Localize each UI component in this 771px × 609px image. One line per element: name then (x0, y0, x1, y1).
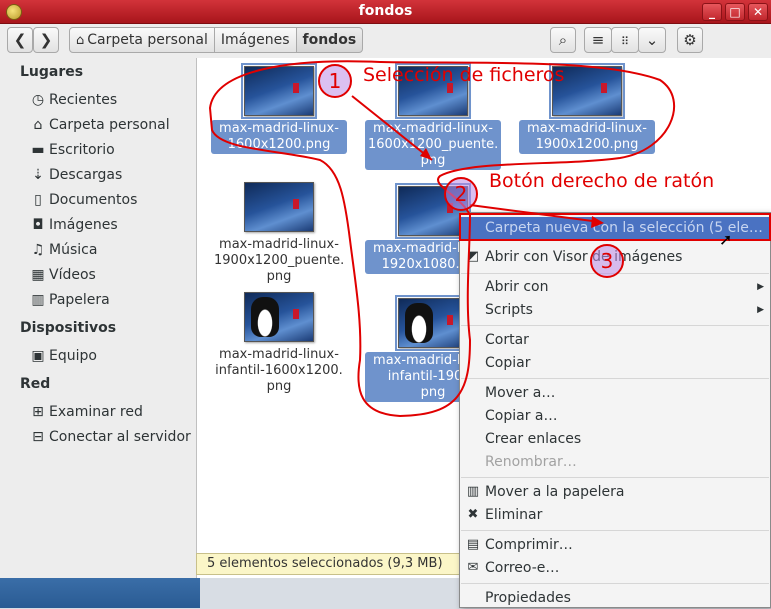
close-button[interactable]: ✕ (748, 3, 768, 21)
view-options-button[interactable]: ⌄ (638, 27, 666, 53)
film-icon: ▦ (31, 267, 45, 283)
desktop-icon: ▬ (31, 142, 45, 158)
sidebar-item-escritorio[interactable]: ▬ Escritorio (29, 139, 114, 161)
sidebar-heading-dispositivos: Dispositivos (20, 320, 117, 336)
breadcrumb-fondos[interactable]: fondos (295, 27, 364, 53)
mail-icon: ✉ (467, 560, 479, 575)
minimize-button[interactable]: _ (702, 3, 722, 21)
delete-icon: ✖ (467, 507, 479, 522)
image-viewer-icon: ◩ (466, 249, 480, 264)
menu-item-move-to[interactable]: Mover a… (460, 382, 770, 404)
toolbar: ❮ ❯ ⌂ Carpeta personal Imágenes fondos ⌕ … (0, 24, 771, 58)
forward-button[interactable]: ❯ (33, 27, 59, 53)
file-item[interactable]: max-madrid-linux- 1900x1200_puente. png (211, 182, 347, 286)
sidebar-heading-lugares: Lugares (20, 64, 84, 80)
list-icon: ≡ (591, 31, 605, 49)
menu-item-move-to-trash[interactable]: ▥ Mover a la papelera (460, 481, 770, 503)
sidebar-item-imagenes[interactable]: ◘ Imágenes (29, 214, 117, 236)
music-icon: ♫ (31, 242, 45, 258)
sidebar-item-papelera[interactable]: ▥ Papelera (29, 289, 109, 311)
sidebar-item-documentos[interactable]: ▯ Documentos (29, 189, 137, 211)
menu-item-copy[interactable]: Copiar (460, 352, 770, 374)
download-icon: ⇣ (32, 167, 44, 183)
clock-icon: ◷ (31, 92, 45, 108)
sidebar-item-examinar-red[interactable]: ⊞ Examinar red (29, 401, 143, 423)
menu-item-open-with[interactable]: Abrir con ▶ (460, 276, 770, 298)
annotation-text-1: Selección de ficheros (363, 64, 565, 86)
search-icon: ⌕ (558, 31, 568, 49)
menu-item-scripts[interactable]: Scripts ▶ (460, 299, 770, 321)
sidebar: Lugares ◷ Recientes ⌂ Carpeta personal ▬ Es… (0, 58, 195, 578)
computer-icon: ▣ (31, 348, 45, 364)
menu-item-rename: Renombrar… (485, 454, 577, 470)
file-name: max-madrid-linux- 1900x1200.png (519, 120, 655, 154)
image-thumbnail (244, 182, 314, 232)
maximize-button[interactable]: □ (725, 3, 745, 21)
breadcrumb: ⌂ Carpeta personal Imágenes fondos (69, 27, 364, 53)
image-thumbnail (244, 292, 314, 342)
image-thumbnail (395, 295, 471, 351)
title-bar: fondos _ □ ✕ (0, 0, 771, 24)
document-icon: ▯ (34, 192, 42, 208)
menu-item-create-links[interactable]: Crear enlaces (460, 428, 770, 450)
menu-item-copy-to[interactable]: Copiar a… (460, 405, 770, 427)
chevron-right-icon: ❯ (39, 31, 53, 49)
menu-item-cut[interactable]: Cortar (460, 329, 770, 351)
home-icon: ⌂ (76, 33, 85, 48)
chevron-left-icon: ❮ (13, 31, 27, 49)
back-button[interactable]: ❮ (7, 27, 33, 53)
annotation-number-3: 3 (590, 244, 624, 278)
desktop-background (0, 578, 200, 608)
archive-icon: ▤ (466, 537, 480, 552)
sidebar-item-equipo[interactable]: ▣ Equipo (29, 345, 97, 367)
settings-button[interactable]: ⚙ (677, 27, 703, 53)
annotation-number-2: 2 (444, 177, 478, 211)
menu-item-compress[interactable]: ▤ Comprimir… (460, 534, 770, 556)
annotation-number-1: 1 (318, 64, 352, 98)
sidebar-item-musica[interactable]: ♫ Música (29, 239, 98, 261)
annotation-text-2: Botón derecho de ratón (489, 170, 715, 192)
breadcrumb-imagenes[interactable]: Imágenes (213, 27, 297, 53)
window-title: fondos (358, 3, 413, 19)
sidebar-item-videos[interactable]: ▦ Vídeos (29, 264, 95, 286)
sidebar-heading-red: Red (20, 376, 51, 392)
sidebar-item-descargas[interactable]: ⇣ Descargas (29, 164, 122, 186)
home-icon: ⌂ (33, 117, 43, 133)
trash-icon: ▥ (466, 484, 480, 499)
file-name: max-madrid-linux- 1900x1200_puente. png (214, 237, 345, 284)
sidebar-item-conectar-servidor[interactable]: ⊟ Conectar al servidor (29, 426, 191, 448)
menu-item-email[interactable]: ✉ Correo-e… (460, 557, 770, 579)
list-view-button[interactable]: ≡ (584, 27, 612, 53)
camera-icon: ◘ (32, 217, 44, 233)
gear-icon: ⚙ (683, 31, 697, 49)
submenu-arrow-icon: ▶ (757, 282, 764, 292)
chevron-down-icon: ⌄ (645, 31, 659, 49)
grid-icon: ⠿ (620, 35, 630, 48)
sidebar-item-recientes[interactable]: ◷ Recientes (29, 89, 117, 111)
mouse-pointer-icon: ➚ (719, 230, 733, 249)
file-item[interactable]: max-madrid-linux-infantil-1600x1200. png (211, 292, 347, 396)
network-icon: ⊞ (32, 404, 44, 420)
trash-icon: ▥ (31, 292, 45, 308)
tux-icon (251, 297, 279, 337)
menu-item-properties[interactable]: Propiedades (460, 587, 770, 609)
file-name: max-madrid-linux- 1600x1200.png (211, 120, 347, 154)
tux-icon (405, 303, 433, 343)
sidebar-item-carpeta-personal[interactable]: ⌂ Carpeta personal (29, 114, 170, 136)
breadcrumb-home[interactable]: ⌂ Carpeta personal (69, 27, 215, 53)
status-bar: 5 elementos seleccionados (9,3 MB) (196, 553, 462, 575)
image-thumbnail (241, 63, 317, 119)
menu-item-delete[interactable]: ✖ Eliminar (460, 504, 770, 526)
file-name: max-madrid-linux- 1600x1200_puente. png (365, 120, 501, 170)
search-button[interactable]: ⌕ (550, 27, 576, 53)
server-icon: ⊟ (32, 429, 44, 445)
file-name: max-madrid-linux-infantil-1600x1200. png (215, 347, 343, 394)
submenu-arrow-icon: ▶ (757, 305, 764, 315)
grid-view-button[interactable]: ⠿ (611, 27, 639, 53)
